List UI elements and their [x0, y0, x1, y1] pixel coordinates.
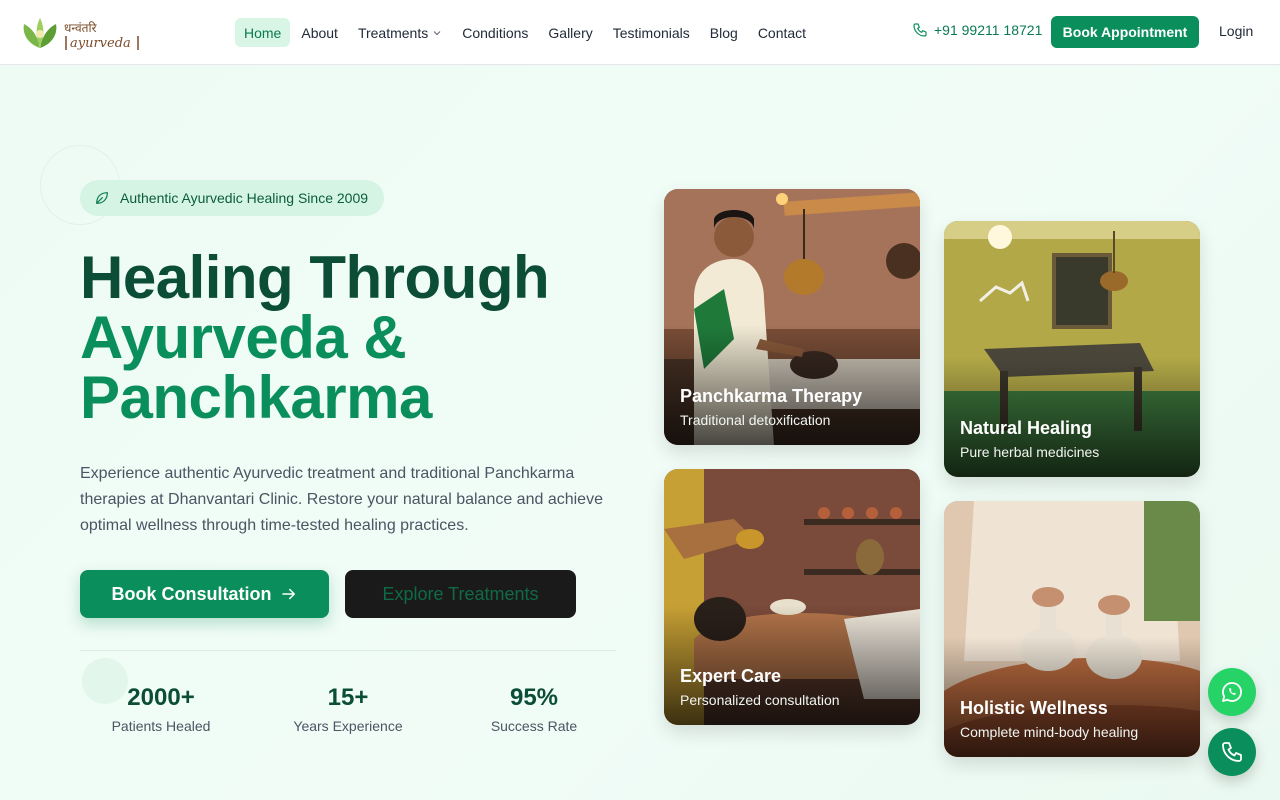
stat-label: Years Experience	[293, 718, 403, 734]
brand-logo[interactable]: धन्वंतरि ayurveda	[20, 14, 160, 54]
nav-treatments-label: Treatments	[357, 24, 429, 41]
nav-gallery[interactable]: Gallery	[539, 18, 601, 47]
hero-badge-text: Authentic Ayurvedic Healing Since 2009	[120, 190, 369, 206]
stat-patients: 2000+ Patients Healed	[76, 684, 246, 734]
phone-number: +91 99211 18721	[934, 22, 1043, 38]
card-subtitle: Personalized consultation	[680, 692, 840, 708]
book-appointment-button[interactable]: Book Appointment	[1051, 16, 1199, 48]
whatsapp-icon	[1222, 682, 1242, 702]
stat-success: 95% Success Rate	[449, 684, 619, 734]
stats-divider	[80, 650, 616, 651]
card-panchkarma-therapy[interactable]: Panchkarma Therapy Traditional detoxific…	[664, 189, 920, 445]
site-header: धन्वंतरि ayurveda Home About Treatments …	[0, 0, 1280, 65]
card-title: Holistic Wellness	[960, 698, 1108, 718]
phone-icon	[913, 23, 927, 37]
card-natural-healing[interactable]: Natural Healing Pure herbal medicines	[944, 221, 1200, 477]
svg-text:ayurveda: ayurveda	[70, 36, 131, 51]
card-holistic-wellness[interactable]: Holistic Wellness Complete mind-body hea…	[944, 501, 1200, 757]
hero-title-line1: Healing Through	[80, 244, 550, 311]
nav-testimonials[interactable]: Testimonials	[604, 18, 699, 47]
card-title: Natural Healing	[960, 418, 1093, 438]
login-link[interactable]: Login	[1219, 23, 1253, 39]
stat-value: 2000+	[127, 684, 195, 711]
nav-blog[interactable]: Blog	[701, 18, 747, 47]
card-subtitle: Complete mind-body healing	[960, 724, 1139, 740]
logo-icon: धन्वंतरि ayurveda	[23, 18, 139, 51]
chevron-down-icon	[433, 30, 441, 35]
leaf-icon	[96, 192, 108, 204]
stat-value: 95%	[509, 684, 559, 711]
stat-value: 15+	[327, 684, 369, 711]
card-title: Panchkarma Therapy	[680, 386, 863, 406]
stat-years: 15+ Years Experience	[263, 684, 433, 734]
arrow-right-icon	[281, 588, 295, 600]
svg-text:धन्वंतरि: धन्वंतरि	[64, 21, 98, 35]
card-expert-care[interactable]: Expert Care Personalized consultation	[664, 469, 920, 725]
phone-icon	[1222, 742, 1242, 762]
nav-contact[interactable]: Contact	[749, 18, 815, 47]
card-subtitle: Traditional detoxification	[680, 412, 831, 428]
card-subtitle: Pure herbal medicines	[960, 444, 1100, 460]
card-title: Expert Care	[680, 666, 782, 686]
book-consultation-label: Book Consultation	[111, 583, 272, 604]
nav-about[interactable]: About	[292, 18, 347, 47]
stat-label: Success Rate	[490, 718, 578, 734]
book-consultation-button[interactable]: Book Consultation	[80, 570, 329, 618]
call-button[interactable]	[1208, 728, 1256, 776]
hero-title-line3: Panchkarma	[80, 364, 432, 431]
main-nav: Home About Treatments Conditions Gallery…	[235, 18, 817, 47]
whatsapp-button[interactable]	[1208, 668, 1256, 716]
hero-badge: Authentic Ayurvedic Healing Since 2009	[80, 180, 385, 216]
nav-home[interactable]: Home	[235, 18, 291, 47]
nav-conditions[interactable]: Conditions	[453, 18, 537, 47]
stat-label: Patients Healed	[111, 718, 211, 734]
hero-title-line2: Ayurveda &	[80, 304, 407, 371]
nav-treatments[interactable]: Treatments	[349, 18, 451, 47]
phone-link[interactable]: +91 99211 18721	[912, 22, 1042, 38]
explore-treatments-button[interactable]: Explore Treatments	[345, 570, 576, 618]
hero-description: Experience authentic Ayurvedic treatment…	[80, 465, 603, 534]
hero-title: Healing Through Ayurveda & Panchkarma	[80, 244, 550, 431]
